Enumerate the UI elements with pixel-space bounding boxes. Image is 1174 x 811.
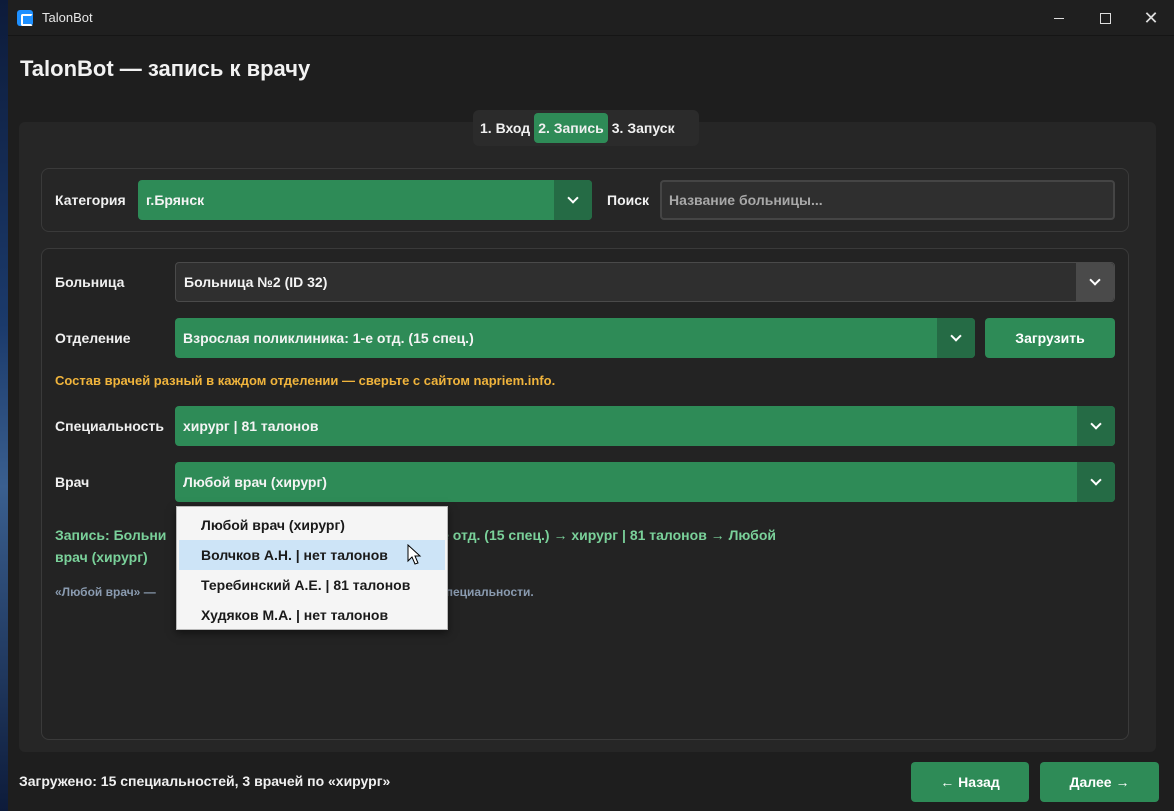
category-select[interactable]: г.Брянск xyxy=(138,180,592,220)
load-button[interactable]: Загрузить xyxy=(985,318,1115,358)
titlebar: TalonBot ✕ xyxy=(8,0,1174,36)
app-icon xyxy=(17,9,33,26)
search-input[interactable] xyxy=(660,180,1115,220)
hint-right: пециальности. xyxy=(445,585,534,599)
maximize-icon[interactable] xyxy=(1082,0,1128,36)
status-text: Загружено: 15 специальностей, 3 врачей п… xyxy=(19,773,391,789)
hint-left: «Любой врач» — xyxy=(55,585,156,599)
chevron-down-icon[interactable] xyxy=(1077,462,1115,502)
department-value: Взрослая поликлиника: 1-е отд. (15 спец.… xyxy=(183,330,474,346)
doctor-select[interactable]: Любой врач (хирург) xyxy=(175,462,1115,502)
close-icon[interactable]: ✕ xyxy=(1128,0,1174,36)
hospital-label: Больница xyxy=(55,274,125,290)
hospital-value: Больница №2 (ID 32) xyxy=(184,274,328,290)
summary-line2: врач (хирург) xyxy=(55,549,148,565)
specialty-label: Специальность xyxy=(55,418,164,434)
category-value: г.Брянск xyxy=(146,192,205,208)
chevron-down-icon[interactable] xyxy=(554,180,592,220)
tab-login[interactable]: 1. Вход xyxy=(476,113,534,143)
chevron-down-icon[interactable] xyxy=(1076,263,1114,301)
doctor-value: Любой врач (хирург) xyxy=(183,474,327,490)
step-tabs: 1. Вход 2. Запись 3. Запуск xyxy=(473,110,699,146)
dropdown-item[interactable]: Любой врач (хирург) xyxy=(179,510,445,540)
mouse-cursor-icon xyxy=(407,544,422,565)
doctor-dropdown: Любой врач (хирург) Волчков А.Н. | нет т… xyxy=(176,506,448,630)
specialty-value: хирург | 81 талонов xyxy=(183,418,319,434)
tab-booking[interactable]: 2. Запись xyxy=(534,113,608,143)
dropdown-item[interactable]: Худяков М.А. | нет талонов xyxy=(179,600,445,630)
window-title: TalonBot xyxy=(42,10,93,25)
warning-text: Состав врачей разный в каждом отделении … xyxy=(55,373,556,388)
department-label: Отделение xyxy=(55,330,131,346)
dropdown-item[interactable]: Волчков А.Н. | нет талонов xyxy=(179,540,445,570)
back-button[interactable]: ← Назад xyxy=(911,762,1029,802)
window-controls: ✕ xyxy=(1036,0,1174,36)
tab-launch[interactable]: 3. Запуск xyxy=(608,113,679,143)
summary-line1-right: -е отд. (15 спец.) → хирург | 81 талонов… xyxy=(436,527,776,543)
page-title: TalonBot — запись к врачу xyxy=(20,56,311,81)
chevron-down-icon[interactable] xyxy=(937,318,975,358)
desktop-background xyxy=(0,0,8,811)
specialty-select[interactable]: хирург | 81 талонов xyxy=(175,406,1115,446)
chevron-down-icon[interactable] xyxy=(1077,406,1115,446)
next-button[interactable]: Далее → xyxy=(1040,762,1159,802)
booking-summary: Запись: Больни -е отд. (15 спец.) → хирур… xyxy=(55,524,855,568)
doctor-label: Врач xyxy=(55,474,90,490)
hospital-select[interactable]: Больница №2 (ID 32) xyxy=(175,262,1115,302)
summary-line1-left: Запись: Больни xyxy=(55,527,167,543)
category-label: Категория xyxy=(55,192,126,208)
search-label: Поиск xyxy=(607,192,650,208)
dropdown-item[interactable]: Теребинский А.Е. | 81 талонов xyxy=(179,570,445,600)
department-select[interactable]: Взрослая поликлиника: 1-е отд. (15 спец.… xyxy=(175,318,975,358)
minimize-icon[interactable] xyxy=(1036,0,1082,36)
